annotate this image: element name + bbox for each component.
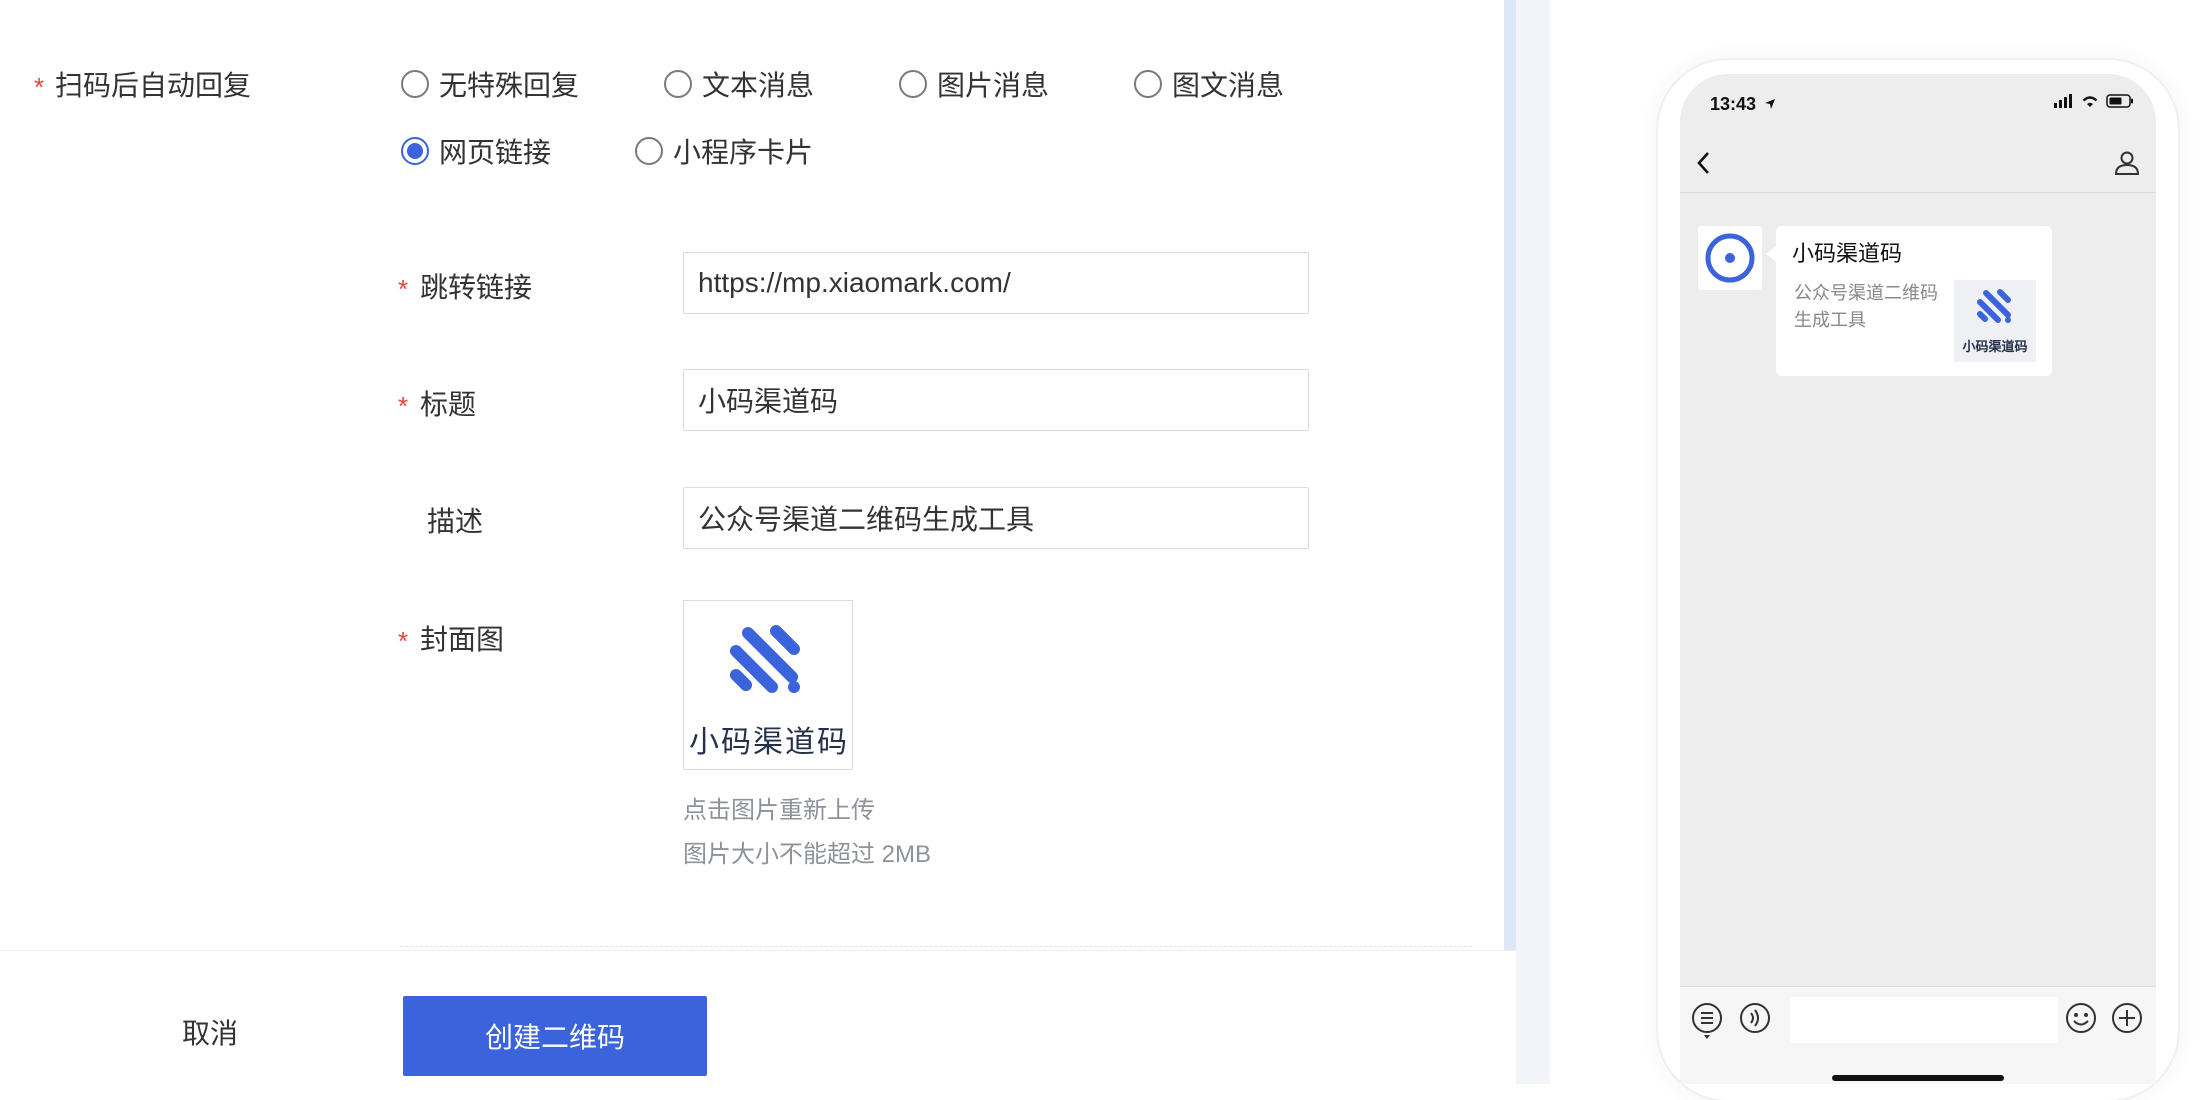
radio-label: 网页链接 bbox=[439, 137, 552, 168]
message-thumbnail-text: 小码渠道码 bbox=[1962, 339, 2028, 354]
message-description: 公众号渠道二维码生成工具 bbox=[1794, 283, 1938, 330]
title-label: 标题 bbox=[420, 389, 477, 420]
battery-icon bbox=[2106, 94, 2133, 108]
radio-label: 无特殊回复 bbox=[439, 70, 580, 101]
chat-nav-bar bbox=[1680, 130, 2156, 193]
radio-label: 文本消息 bbox=[702, 70, 815, 101]
radio-label: 小程序卡片 bbox=[673, 137, 814, 168]
phone-screen: 13:43 小码渠道码 公众号渠道二维码生成工具 小码渠道码 bbox=[1680, 74, 2156, 1084]
cancel-button[interactable]: 取消 bbox=[148, 996, 272, 1068]
cover-label: 封面图 bbox=[420, 624, 505, 655]
reupload-hint: 点击图片重新上传 bbox=[683, 797, 875, 824]
radio-circle[interactable] bbox=[401, 70, 429, 98]
link-label: 跳转链接 bbox=[420, 272, 533, 303]
home-indicator bbox=[1832, 1075, 2004, 1081]
description-input[interactable] bbox=[683, 487, 1309, 549]
radio-label: 图文消息 bbox=[1172, 70, 1285, 101]
radio-label: 图片消息 bbox=[937, 70, 1050, 101]
create-qrcode-button[interactable]: 创建二维码 bbox=[403, 996, 707, 1076]
required-mark: * bbox=[34, 72, 45, 102]
avatar bbox=[1698, 226, 1762, 290]
scrollbar[interactable] bbox=[1504, 0, 1516, 950]
cover-image-text: 小码渠道码 bbox=[689, 726, 849, 759]
size-hint: 图片大小不能超过 2MB bbox=[683, 841, 932, 868]
user-icon[interactable] bbox=[2114, 150, 2140, 176]
title-input[interactable] bbox=[683, 369, 1309, 431]
back-chevron-icon[interactable] bbox=[1694, 150, 1714, 176]
radio-web-link[interactable]: 网页链接 bbox=[401, 131, 551, 171]
radio-mini-program-card[interactable]: 小程序卡片 bbox=[635, 131, 813, 171]
voice-icon[interactable] bbox=[1738, 1001, 1772, 1035]
radio-image-message[interactable]: 图片消息 bbox=[899, 64, 1049, 104]
radio-circle[interactable] bbox=[1134, 70, 1162, 98]
status-bar: 13:43 bbox=[1680, 74, 2156, 130]
radio-news-message[interactable]: 图文消息 bbox=[1134, 64, 1284, 104]
brand-logo-icon bbox=[1977, 289, 2011, 323]
plus-icon[interactable] bbox=[2110, 1001, 2144, 1035]
divider bbox=[400, 946, 1472, 947]
brand-logo-icon bbox=[1705, 233, 1755, 283]
status-time: 13:43 bbox=[1710, 94, 1757, 114]
radio-circle[interactable] bbox=[635, 137, 663, 165]
form-panel: * 扫码后自动回复 无特殊回复 文本消息 图片消息 图文消息 网页链接 小程序卡… bbox=[0, 0, 1504, 950]
menu-list-icon[interactable] bbox=[1690, 1001, 1724, 1041]
required-mark: * bbox=[398, 391, 409, 421]
chat-input-bar bbox=[1680, 986, 2156, 1084]
location-arrow-icon bbox=[1765, 99, 1775, 109]
radio-circle[interactable] bbox=[664, 70, 692, 98]
radio-no-reply[interactable]: 无特殊回复 bbox=[401, 64, 579, 104]
brand-logo-icon bbox=[730, 625, 800, 693]
message-thumbnail: 小码渠道码 bbox=[1954, 280, 2036, 362]
message-title: 小码渠道码 bbox=[1792, 241, 1903, 266]
description-label: 描述 bbox=[427, 506, 484, 537]
radio-circle-checked[interactable] bbox=[401, 137, 429, 165]
auto-reply-label: 扫码后自动回复 bbox=[55, 70, 252, 101]
emoji-icon[interactable] bbox=[2064, 1001, 2098, 1035]
wifi-icon bbox=[2082, 96, 2098, 107]
chat-input[interactable] bbox=[1790, 997, 2058, 1043]
link-input[interactable] bbox=[683, 252, 1309, 314]
signal-icon bbox=[2054, 94, 2072, 108]
cover-image-upload[interactable]: 小码渠道码 bbox=[683, 600, 853, 770]
status-icons bbox=[2054, 94, 2134, 108]
message-card[interactable]: 小码渠道码 公众号渠道二维码生成工具 小码渠道码 bbox=[1766, 226, 2052, 376]
required-mark: * bbox=[398, 274, 409, 304]
radio-text-message[interactable]: 文本消息 bbox=[664, 64, 814, 104]
panel-gap bbox=[1516, 0, 1550, 1084]
required-mark: * bbox=[398, 626, 409, 656]
radio-circle[interactable] bbox=[899, 70, 927, 98]
